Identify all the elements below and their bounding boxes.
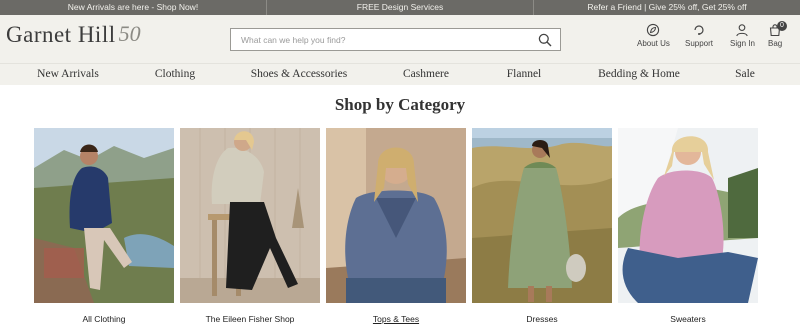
section-heading: Shop by Category — [334, 95, 466, 114]
main-nav: New Arrivals Clothing Shoes & Accessorie… — [0, 63, 800, 85]
logo-anniversary-badge: 50 — [118, 21, 141, 46]
category-tile-tops-tees[interactable]: Tops & Tees — [326, 128, 466, 324]
nav-new-arrivals[interactable]: New Arrivals — [37, 64, 99, 85]
category-label[interactable]: Tops & Tees — [326, 314, 466, 324]
promo-design-services-link[interactable]: FREE Design Services — [266, 0, 533, 15]
support-label: Support — [685, 39, 714, 48]
nav-clothing[interactable]: Clothing — [155, 64, 195, 85]
search-input[interactable] — [231, 29, 521, 50]
support-icon — [694, 25, 704, 35]
nav-cashmere[interactable]: Cashmere — [403, 64, 449, 85]
nav-flannel[interactable]: Flannel — [507, 64, 542, 85]
category-tile-eileen-fisher[interactable]: The Eileen Fisher Shop — [180, 128, 320, 324]
bag-count-badge: 0 — [777, 21, 787, 31]
logo-text: Garnet Hill — [6, 22, 116, 47]
category-image-eileen-fisher[interactable] — [180, 128, 320, 303]
category-label[interactable]: Dresses — [472, 314, 612, 324]
nav-bedding-home[interactable]: Bedding & Home — [598, 64, 680, 85]
promo-new-arrivals-link[interactable]: New Arrivals are here - Shop Now! — [0, 0, 266, 15]
user-icon — [736, 24, 749, 37]
search-icon[interactable] — [538, 33, 552, 47]
category-image-all-clothing[interactable] — [34, 128, 174, 303]
leaf-icon — [647, 23, 660, 37]
category-image-dresses[interactable] — [472, 128, 612, 303]
category-label[interactable]: Sweaters — [618, 314, 758, 324]
category-tile-dresses[interactable]: Dresses — [472, 128, 612, 324]
category-tile-all-clothing[interactable]: All Clothing — [34, 128, 174, 324]
category-label[interactable]: All Clothing — [34, 314, 174, 324]
promo-bar: New Arrivals are here - Shop Now! FREE D… — [0, 0, 800, 15]
nav-shoes-accessories[interactable]: Shoes & Accessories — [251, 64, 347, 85]
bag-link[interactable]: 0 Bag — [768, 21, 787, 48]
category-tile-sweaters[interactable]: Sweaters — [618, 128, 758, 324]
nav-sale[interactable]: Sale — [735, 64, 755, 85]
about-us-link[interactable]: About Us — [637, 23, 670, 48]
support-link[interactable]: Support — [685, 23, 713, 48]
site-header: Garnet Hill 50 About Us Support Sign In — [0, 15, 800, 63]
sign-in-label: Sign In — [730, 39, 755, 48]
category-grid: All Clothing The Eileen Fisher Shop Tops… — [0, 128, 800, 332]
sign-in-link[interactable]: Sign In — [730, 23, 755, 48]
logo[interactable]: Garnet Hill 50 — [6, 20, 141, 50]
category-image-tops-tees[interactable] — [326, 128, 466, 303]
promo-refer-friend-link[interactable]: Refer a Friend | Give 25% off, Get 25% o… — [533, 0, 800, 15]
category-image-sweaters[interactable] — [618, 128, 758, 303]
category-label[interactable]: The Eileen Fisher Shop — [180, 314, 320, 324]
bag-label: Bag — [768, 39, 783, 48]
about-us-label: About Us — [637, 39, 670, 48]
search-box — [230, 28, 561, 51]
